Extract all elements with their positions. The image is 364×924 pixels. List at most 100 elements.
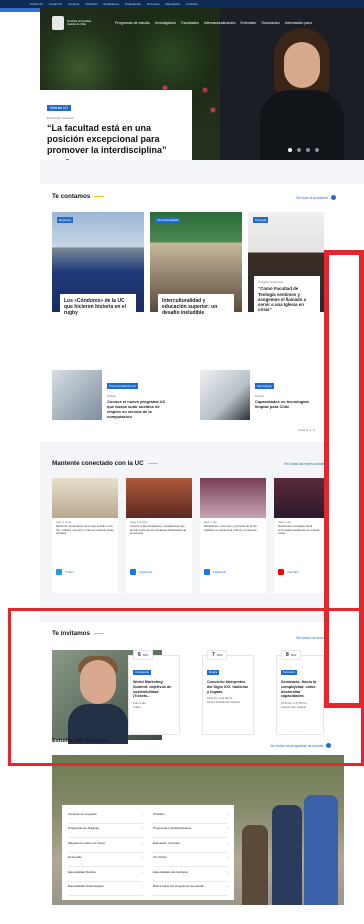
news-thumb bbox=[52, 370, 102, 420]
page: Portal UC Canal UC Campus Admisión Estud… bbox=[0, 0, 364, 924]
chevron-right-icon: › bbox=[227, 869, 228, 874]
section-title-te-contamos: Te contamos bbox=[52, 193, 105, 200]
news-title[interactable]: “Como Facultad de Teología sentimos y ac… bbox=[258, 286, 306, 312]
news-card-body: Teología / Entrevista “Como Facultad de T… bbox=[254, 276, 320, 326]
carousel-dots[interactable] bbox=[288, 148, 319, 152]
program-label: Busca todos los programas de estudio bbox=[153, 884, 205, 888]
utility-link[interactable]: Contacto bbox=[186, 2, 198, 6]
program-link[interactable]: Educación Continua › bbox=[153, 838, 228, 853]
nav-item[interactable]: Extensión bbox=[241, 21, 257, 25]
chevron-right-icon: › bbox=[142, 811, 143, 816]
nav-item[interactable]: Información para bbox=[285, 21, 312, 25]
program-label: Especialidad Odontológica bbox=[68, 884, 104, 888]
program-label: Postítulo bbox=[153, 811, 165, 816]
uc-logo-icon[interactable] bbox=[52, 16, 64, 30]
program-link[interactable]: UC Online › bbox=[153, 853, 228, 867]
program-label: Doctorado bbox=[68, 855, 82, 859]
chevron-right-icon: › bbox=[142, 869, 143, 874]
program-link[interactable]: Especialidad Odontológica › bbox=[68, 882, 143, 896]
program-link[interactable]: Programas de Magíster › bbox=[68, 824, 143, 838]
news-strip-item[interactable]: Primera infancia UC Noticia Conoce el nuev… bbox=[52, 370, 167, 420]
news-kicker: Noticia bbox=[107, 394, 116, 398]
network-link[interactable]: YouTube bbox=[274, 565, 324, 579]
program-link[interactable]: Carreras de pregrado › bbox=[68, 809, 143, 824]
program-link[interactable]: Especialidad odontológica › bbox=[153, 867, 228, 882]
utility-link[interactable]: Admisión bbox=[85, 2, 97, 6]
chevron-right-icon: › bbox=[142, 840, 143, 845]
nav-item[interactable]: Facultades bbox=[181, 21, 199, 25]
program-link[interactable]: Programas interdisciplinarios › bbox=[153, 824, 228, 838]
news-title[interactable]: Capacidades en tecnologías limpias para … bbox=[255, 399, 315, 409]
program-label: UC Online bbox=[153, 855, 167, 859]
see-all-label: Ver todo el acontecer bbox=[296, 195, 329, 200]
hero-card[interactable]: Noticias UC Entrevista / Decana “La facu… bbox=[40, 90, 192, 164]
program-link[interactable]: Especialidad Médica › bbox=[68, 867, 143, 882]
nav-item[interactable]: Vinculación bbox=[261, 21, 279, 25]
news-tag: Teología bbox=[253, 217, 269, 223]
nav-item[interactable]: Investigación bbox=[155, 21, 176, 25]
program-link[interactable]: Postítulo › bbox=[153, 809, 228, 824]
network-link[interactable]: Facebook bbox=[200, 565, 266, 579]
news-card[interactable]: Deportes Los «Cóndores» de la UC que hic… bbox=[52, 212, 144, 344]
news-title[interactable]: Los «Cóndores» de la UC que hicieron his… bbox=[60, 294, 136, 324]
news-strip-item[interactable]: Tecnología Noticia Capacidades en tecnolog… bbox=[200, 370, 315, 420]
program-link[interactable]: Magísteres online con Duoc › bbox=[68, 838, 143, 853]
nav-item[interactable]: Programas de estudio bbox=[115, 21, 150, 25]
network-link[interactable]: Twitter bbox=[52, 565, 118, 579]
utility-link[interactable]: Postulantes bbox=[125, 2, 141, 6]
post-text: Mantente al pendiente de lo que sucede e… bbox=[56, 525, 114, 536]
utility-bar: Portal UC Canal UC Campus Admisión Estud… bbox=[0, 0, 364, 8]
see-all-social-link[interactable]: Ver todas las redes sociales bbox=[284, 462, 326, 466]
utility-link[interactable]: Egresados bbox=[166, 2, 180, 6]
main-nav: Pontificia Universidad Católica de Chile… bbox=[52, 15, 352, 31]
social-image bbox=[126, 478, 192, 518]
utility-link[interactable]: Estudiantes bbox=[104, 2, 120, 6]
nav-item[interactable]: Internacionalización bbox=[204, 21, 236, 25]
program-label: Especialidad Médica bbox=[68, 869, 96, 874]
news-pager[interactable]: Anterior 1 / 3 bbox=[298, 428, 315, 432]
facebook-icon bbox=[130, 569, 136, 575]
news-tag: Tecnología bbox=[255, 383, 274, 389]
hero-badge: Noticias UC bbox=[47, 105, 71, 111]
news-card[interactable]: Teología Teología / Entrevista “Como Facu… bbox=[248, 212, 324, 344]
post-time: Hace 1 día bbox=[204, 521, 217, 524]
chevron-right-icon: › bbox=[142, 884, 143, 888]
utility-link[interactable]: Docentes bbox=[147, 2, 160, 6]
social-post[interactable]: Hace 12 horas Conoce a las estudiantes y… bbox=[126, 478, 192, 593]
see-all-label: Ver todas las redes sociales bbox=[284, 462, 327, 466]
chevron-right-icon: › bbox=[227, 884, 228, 888]
network-link[interactable]: Facebook bbox=[126, 565, 192, 579]
chevron-right-icon: › bbox=[142, 826, 143, 830]
utility-link[interactable]: Campus bbox=[68, 2, 79, 6]
news-tag: Interculturalidad bbox=[155, 217, 181, 223]
program-link[interactable]: Busca todos los programas de estudio › bbox=[153, 882, 228, 896]
news-title[interactable]: Interculturalidad y educación superior: … bbox=[158, 294, 234, 324]
social-image bbox=[200, 478, 266, 518]
social-post[interactable]: Hace 4 horas Mantente al pendiente de lo… bbox=[52, 478, 118, 593]
social-post[interactable]: Hace 1 día Estudiantes, docentes y perso… bbox=[200, 478, 266, 593]
title-accent bbox=[94, 195, 105, 198]
program-link[interactable]: Doctorado › bbox=[68, 853, 143, 867]
news-card[interactable]: Interculturalidad Interculturalidad y ed… bbox=[150, 212, 242, 344]
social-post[interactable]: Hace 1 día Revisa las novedades de la co… bbox=[274, 478, 324, 593]
hero-portrait bbox=[260, 28, 344, 160]
section-title-text: Mantente conectado con la UC bbox=[52, 460, 144, 467]
news-title[interactable]: Conoce el nuevo programa UC que busca su… bbox=[107, 399, 167, 419]
social-image bbox=[274, 478, 324, 518]
post-text: Estudiantes, docentes y personal de la U… bbox=[204, 525, 258, 532]
post-text: Revisa las novedades de la comunidad aca… bbox=[278, 525, 320, 536]
chevron-right-icon: › bbox=[227, 826, 228, 830]
program-label: Especialidad odontológica bbox=[153, 869, 188, 874]
news-kicker: Teología / Entrevista bbox=[258, 280, 284, 284]
title-accent bbox=[147, 462, 158, 465]
network-label: Twitter bbox=[65, 570, 74, 574]
network-label: YouTube bbox=[287, 570, 299, 574]
see-all-news-link[interactable]: Ver todo el acontecer bbox=[296, 195, 337, 200]
utility-link[interactable]: Portal UC bbox=[30, 2, 43, 6]
chevron-right-icon: › bbox=[227, 811, 228, 816]
news-thumb bbox=[200, 370, 250, 420]
utility-link[interactable]: Canal UC bbox=[49, 2, 62, 6]
programs-list: Carreras de pregrado › Postítulo › Program… bbox=[62, 805, 234, 900]
hero-title[interactable]: “La facultad está en una posición excepc… bbox=[47, 123, 185, 156]
chevron-right-icon: › bbox=[142, 855, 143, 859]
